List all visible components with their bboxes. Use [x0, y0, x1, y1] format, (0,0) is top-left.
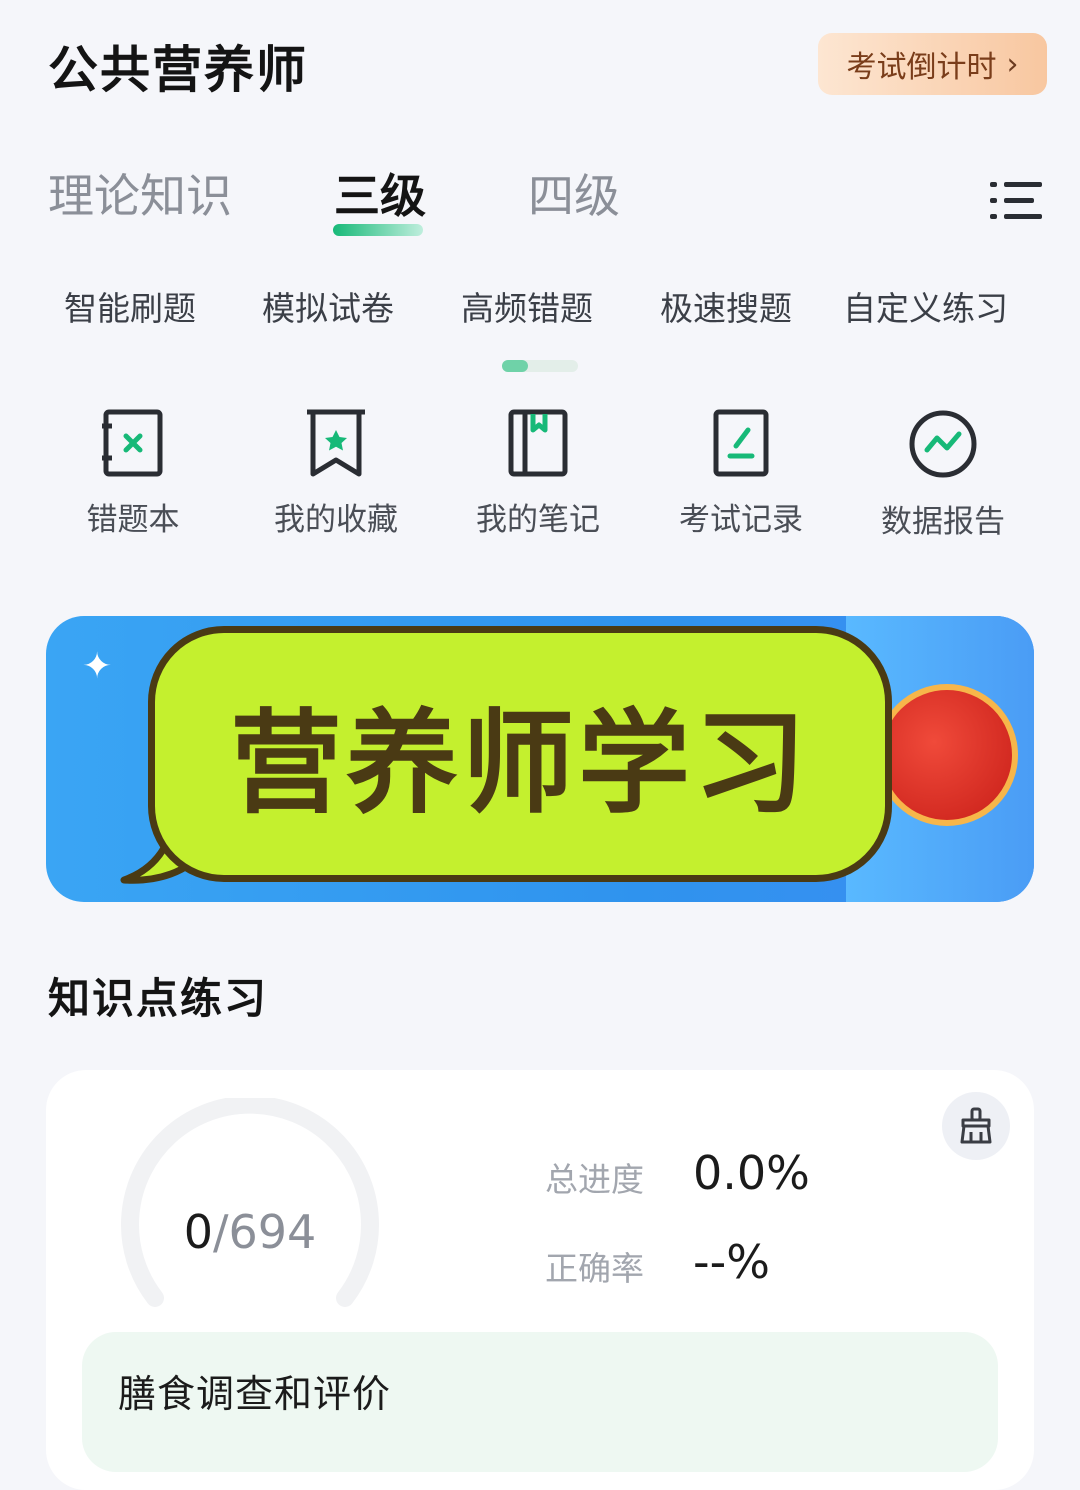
- banner-overlay-text: 营养师学习: [230, 699, 810, 829]
- sparkle-icon: ✦: [82, 646, 113, 687]
- clear-progress-button[interactable]: [942, 1092, 1010, 1160]
- page-title: 公共营养师: [48, 41, 308, 99]
- mode-quick-search[interactable]: 极速搜题: [660, 282, 792, 330]
- exam-record-icon: [713, 409, 769, 477]
- wrong-book-button[interactable]: 错题本: [58, 408, 208, 539]
- tool-label: 错题本: [86, 502, 180, 538]
- mode-mock-paper[interactable]: 模拟试卷: [262, 282, 394, 330]
- bookmark-star-icon: [307, 409, 365, 477]
- chapter-title: 膳食调查和评价: [118, 1372, 392, 1416]
- accuracy-label: 正确率: [545, 1249, 644, 1288]
- mode-frequent-errors[interactable]: 高频错题: [461, 282, 593, 330]
- level-tabs: 理论知识 三级 四级: [48, 160, 1048, 250]
- progress-label: 总进度: [545, 1160, 644, 1199]
- done-count: 0: [183, 1205, 213, 1259]
- chevron-right-icon: ›: [1006, 46, 1019, 82]
- tab-theory[interactable]: 理论知识: [48, 160, 232, 226]
- notebook-icon: [508, 409, 568, 477]
- gauge-value: 0/694: [183, 1205, 317, 1259]
- data-report-icon: [909, 410, 977, 478]
- total-count: 694: [228, 1205, 317, 1259]
- broom-icon: [960, 1107, 992, 1144]
- practice-mode-row: 智能刷题 模拟试卷 高频错题 极速搜题 自定义练习: [40, 282, 1040, 332]
- mode-custom-practice[interactable]: 自定义练习: [843, 282, 1008, 330]
- data-report-button[interactable]: 数据报告: [868, 408, 1018, 541]
- exam-countdown-button[interactable]: 考试倒计时 ›: [818, 33, 1047, 95]
- exam-record-button[interactable]: 考试记录: [666, 408, 816, 539]
- notes-button[interactable]: 我的笔记: [463, 408, 613, 539]
- tab-level-4[interactable]: 四级: [528, 160, 620, 226]
- tab-level-3[interactable]: 三级: [334, 160, 426, 226]
- tool-label: 我的收藏: [274, 502, 398, 538]
- tool-label: 考试记录: [679, 502, 803, 538]
- tool-label: 数据报告: [881, 504, 1005, 540]
- section-title: 知识点练习: [48, 974, 269, 1023]
- speech-bubble: 营养师学习: [148, 626, 892, 882]
- list-menu-icon[interactable]: [990, 180, 1044, 222]
- banner-badge-icon: [876, 684, 1018, 826]
- exam-countdown-label: 考试倒计时: [846, 50, 997, 85]
- accuracy-value: --%: [693, 1235, 770, 1289]
- mode-scroll-indicator: [502, 360, 578, 372]
- tool-label: 我的笔记: [476, 502, 600, 538]
- progress-value: 0.0%: [693, 1146, 810, 1200]
- mode-smart-practice[interactable]: 智能刷题: [64, 282, 196, 330]
- favorites-button[interactable]: 我的收藏: [261, 408, 411, 539]
- active-tab-indicator: [333, 224, 423, 236]
- wrong-book-icon: [102, 409, 163, 477]
